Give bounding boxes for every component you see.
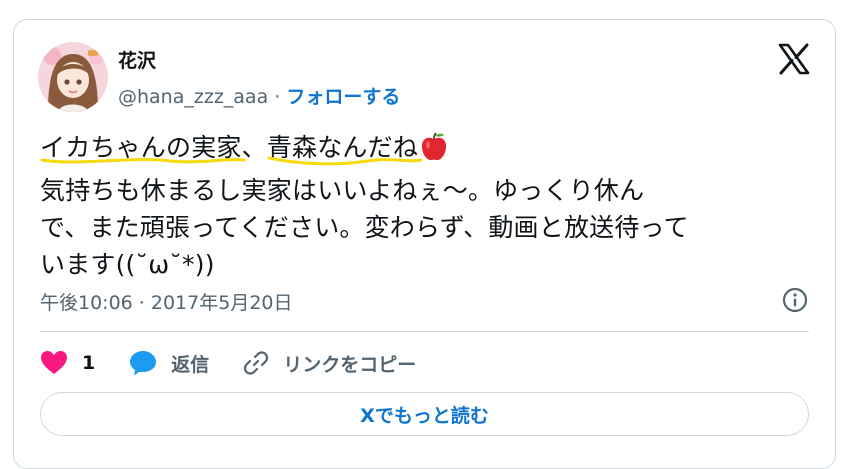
reply-label: 返信 bbox=[171, 353, 210, 376]
highlight-underline bbox=[267, 156, 423, 166]
author-handle[interactable]: @hana_zzz_aaa bbox=[118, 86, 268, 108]
info-icon[interactable] bbox=[781, 286, 809, 314]
tweet-line-1: イカちゃんの実家 、青森なんだね bbox=[40, 129, 820, 172]
like-count: 1 bbox=[82, 352, 96, 374]
link-icon bbox=[243, 350, 269, 376]
x-logo-icon[interactable] bbox=[777, 42, 811, 76]
avatar[interactable] bbox=[38, 42, 108, 112]
copy-link-label: リンクをコピー bbox=[283, 353, 417, 376]
tweet-card: 花沢 @hana_zzz_aaa · フォローする イカちゃんの実家 、青森なんだ… bbox=[13, 19, 836, 469]
follow-button[interactable]: フォローする bbox=[286, 86, 400, 108]
like-button[interactable]: 1 bbox=[40, 350, 95, 376]
highlight-underline bbox=[40, 158, 246, 164]
copy-link-button[interactable]: リンクをコピー bbox=[243, 350, 416, 377]
author-handle-row: @hana_zzz_aaa · フォローする bbox=[118, 82, 400, 109]
underlined-phrase: 青森なんだね bbox=[267, 133, 423, 166]
heart-icon bbox=[40, 350, 68, 376]
divider bbox=[40, 331, 809, 332]
tweet-line-2: 気持ちも休まるし実家はいいよねぇ〜。ゆっくり休ん bbox=[40, 176, 645, 205]
separator: · bbox=[274, 86, 281, 108]
apple-emoji-icon bbox=[420, 132, 448, 172]
read-more-on-x-button[interactable]: Xでもっと読む bbox=[40, 392, 809, 436]
action-bar: 1 返信 リンクをコピー bbox=[40, 343, 450, 383]
reply-bubble-icon bbox=[129, 350, 157, 376]
underlined-phrase: イカちゃんの実家 bbox=[40, 133, 246, 164]
tweet-text: イカちゃんの実家 、青森なんだね 気持ちも休まるし実家はいいよねぇ〜。ゆっくり休ん… bbox=[40, 129, 820, 283]
tweet-line-3: で、また頑張ってください。変わらず、動画と放送待って bbox=[40, 213, 689, 242]
author-name[interactable]: 花沢 bbox=[118, 46, 156, 73]
tweet-line-4: います((˘ω˘*)) bbox=[40, 250, 215, 279]
reply-button[interactable]: 返信 bbox=[129, 350, 209, 377]
timestamp[interactable]: 午後10:06 · 2017年5月20日 bbox=[40, 288, 293, 315]
